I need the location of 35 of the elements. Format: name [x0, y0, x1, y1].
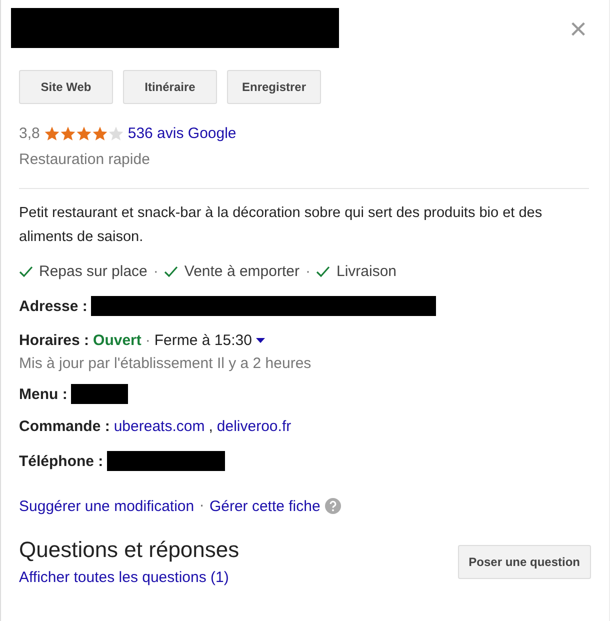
check-icon [316, 266, 330, 278]
comma: , [208, 418, 213, 435]
rating-score: 3,8 [19, 125, 40, 142]
redaction-bar [71, 384, 128, 404]
ask-question-button[interactable]: Poser une question [458, 545, 591, 579]
description-text: Petit restaurant et snack-bar à la décoration sobre qui sert des produits bio et des aliments de saison. [19, 204, 544, 247]
detail-label: Commande : [19, 418, 110, 435]
reviews-link[interactable]: 536 avis Google [128, 125, 236, 142]
dropdown-caret-icon[interactable] [256, 338, 265, 343]
questions-link[interactable]: Afficher toutes les questions (1) [19, 569, 229, 586]
separator-dot: · [145, 332, 150, 349]
order-link[interactable]: deliveroo.fr [216, 418, 292, 435]
open-status: Ouvert [93, 332, 142, 349]
detail-label: Horaires : [19, 332, 90, 349]
section-title: Questions et réponses [19, 537, 240, 563]
attribute-label: Repas sur place [39, 263, 148, 280]
check-icon [164, 266, 178, 278]
separator-dot: · [305, 263, 310, 280]
order-link[interactable]: ubereats.com [114, 418, 205, 435]
detail-label: Menu : [19, 386, 68, 402]
closing-time: Ferme à 15:30 [154, 332, 252, 349]
action-button[interactable]: Enregistrer [227, 70, 321, 104]
footer-link[interactable]: Gérer cette fiche [209, 498, 320, 514]
footer-link[interactable]: Suggérer une modification [19, 498, 194, 514]
attribute-label: Vente à emporter [184, 263, 300, 280]
separator-dot: · [199, 497, 204, 515]
check-icon [19, 266, 33, 278]
action-button[interactable]: Itinéraire [123, 70, 217, 104]
action-button[interactable]: Site Web [19, 70, 113, 104]
update-note: Mis à jour par l'établissement Il y a 2 heures [19, 355, 312, 372]
category-text: Restauration rapide [19, 151, 151, 168]
attribute-label: Livraison [336, 263, 397, 280]
separator-dot: · [153, 263, 158, 280]
detail-label: Téléphone : [19, 452, 104, 470]
detail-label: Adresse : [19, 298, 88, 314]
